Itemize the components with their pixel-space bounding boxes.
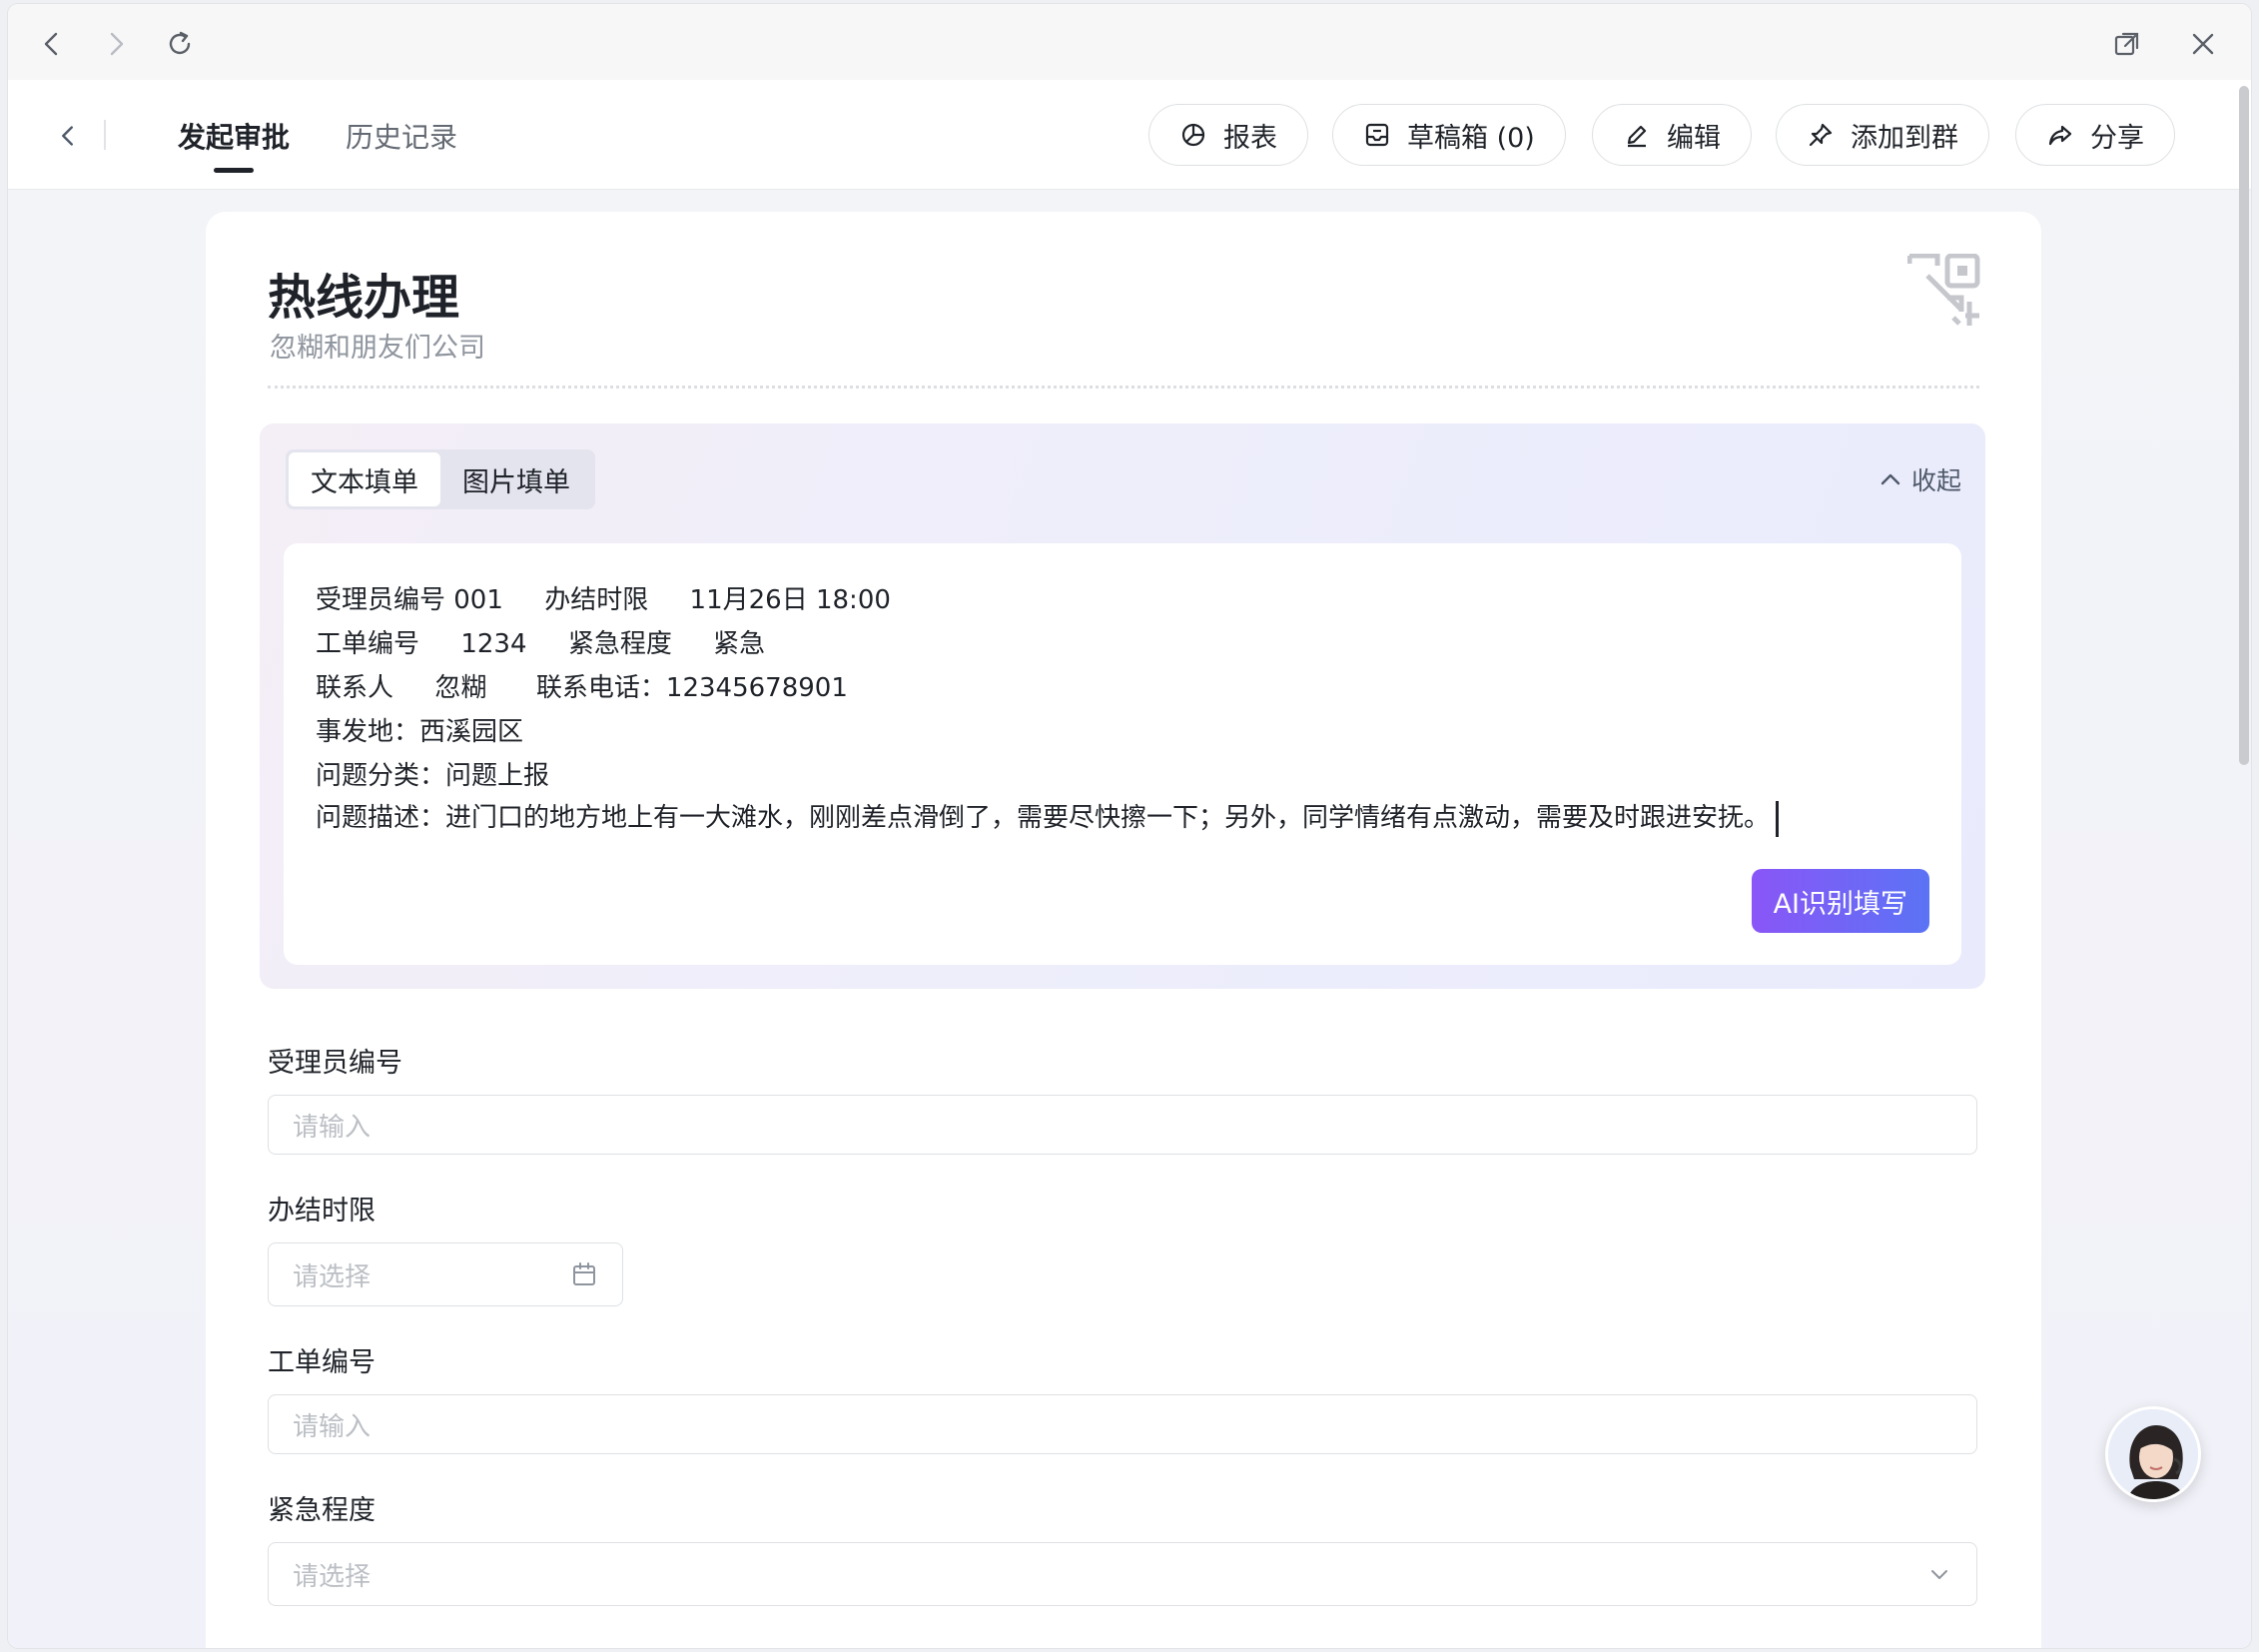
operator-id-input[interactable]: 请输入 [268, 1095, 1977, 1155]
collapse-label: 收起 [1910, 466, 1961, 495]
share-button[interactable]: 分享 [2015, 104, 2175, 166]
field-label-operator-id: 受理员编号 [268, 1048, 402, 1079]
text-caret [1776, 800, 1780, 837]
company-name: 忽糊和朋友们公司 [270, 333, 485, 364]
text-line: 受理员编号 001 办结时限 11月26日 18:00 [316, 585, 891, 615]
urgency-placeholder: 请选择 [293, 1561, 372, 1592]
field-label-contact: 联系人 [268, 1640, 349, 1648]
tab-image-fill[interactable]: 图片填单 [440, 452, 592, 506]
share-icon [2048, 125, 2072, 146]
operator-id-placeholder: 请输入 [293, 1112, 372, 1143]
add-to-group-label: 添加到群 [1851, 122, 1958, 154]
open-external-icon[interactable] [2105, 22, 2149, 66]
tab-history[interactable]: 历史记录 [346, 116, 457, 156]
title-divider [268, 386, 1979, 389]
drafts-button-label: 草稿箱 (0) [1407, 122, 1535, 154]
text-line: 问题分类：问题上报 [316, 761, 550, 791]
text-line: 联系人 忽糊 联系电话：12345678901 [316, 673, 848, 703]
report-button-label: 报表 [1223, 122, 1277, 154]
chevron-left-icon [62, 126, 73, 146]
page-title: 热线办理 [268, 270, 460, 326]
active-tab-indicator [214, 168, 254, 173]
field-label-urgency: 紧急程度 [268, 1495, 376, 1526]
browser-toolbar [8, 4, 2251, 80]
pin-icon [1809, 123, 1833, 147]
calendar-icon [573, 1262, 595, 1285]
chevron-left-icon[interactable] [30, 22, 74, 66]
assistant-avatar[interactable] [2105, 1406, 2201, 1502]
field-label-ticket-id: 工单编号 [268, 1347, 376, 1378]
tab-start-approval[interactable]: 发起审批 [178, 116, 290, 156]
drafts-button[interactable]: 草稿箱 (0) [1332, 104, 1566, 166]
header-divider [104, 120, 106, 150]
pie-chart-icon [1181, 123, 1205, 147]
report-button[interactable]: 报表 [1148, 104, 1308, 166]
fill-mode-switch: 文本填单 图片填单 [286, 449, 595, 509]
edit-button[interactable]: 编辑 [1592, 104, 1752, 166]
field-label-deadline: 办结时限 [268, 1196, 376, 1227]
pencil-icon [1627, 125, 1647, 148]
tab-text-fill[interactable]: 文本填单 [289, 452, 440, 506]
app-window: 发起审批 历史记录 报表 草稿箱 (0) 编辑 添加到群 分享 热线办理 忽糊和… [8, 4, 2251, 1648]
qr-code-icon[interactable] [1907, 254, 1981, 328]
deadline-date-picker[interactable]: 请选择 [268, 1242, 623, 1306]
add-to-group-button[interactable]: 添加到群 [1776, 104, 1989, 166]
ai-text-input[interactable]: 受理员编号 001 办结时限 11月26日 18:00 工单编号 1234 紧急… [284, 543, 1961, 965]
back-button[interactable] [46, 114, 90, 158]
page-scrollbar[interactable] [2239, 86, 2249, 765]
assistant-avatar-icon [2108, 1409, 2198, 1499]
refresh-icon[interactable] [158, 22, 202, 66]
edit-button-label: 编辑 [1667, 122, 1721, 154]
close-icon[interactable] [2181, 22, 2225, 66]
page-header: 发起审批 历史记录 报表 草稿箱 (0) 编辑 添加到群 分享 [8, 80, 2251, 190]
chevron-down-icon [1931, 1570, 1947, 1579]
ticket-id-placeholder: 请输入 [293, 1411, 372, 1442]
chevron-right-icon[interactable] [94, 22, 138, 66]
text-line: 事发地：西溪园区 [316, 717, 524, 747]
share-button-label: 分享 [2090, 122, 2144, 154]
text-line-content: 问题描述：进门口的地方地上有一大滩水，刚刚差点滑倒了，需要尽快擦一下；另外，同学… [316, 803, 1771, 833]
urgency-select[interactable]: 请选择 [268, 1542, 1977, 1606]
text-line-last: 问题描述：进门口的地方地上有一大滩水，刚刚差点滑倒了，需要尽快擦一下；另外，同学… [316, 797, 1780, 837]
collapse-button[interactable]: 收起 [1878, 461, 1961, 497]
ai-recognize-button[interactable]: AI识别填写 [1751, 869, 1929, 933]
chevron-up-icon [1881, 473, 1900, 485]
ai-fill-panel: 文本填单 图片填单 收起 受理员编号 001 办结时限 11月26日 18:00… [260, 423, 1985, 989]
form-card: 热线办理 忽糊和朋友们公司 文本填单 图片填单 收起 受理员编号 001 办结时… [206, 212, 2041, 1648]
text-line: 工单编号 1234 紧急程度 紧急 [316, 629, 766, 659]
ticket-id-input[interactable]: 请输入 [268, 1394, 1977, 1454]
deadline-placeholder: 请选择 [293, 1261, 372, 1292]
inbox-icon [1365, 123, 1389, 147]
